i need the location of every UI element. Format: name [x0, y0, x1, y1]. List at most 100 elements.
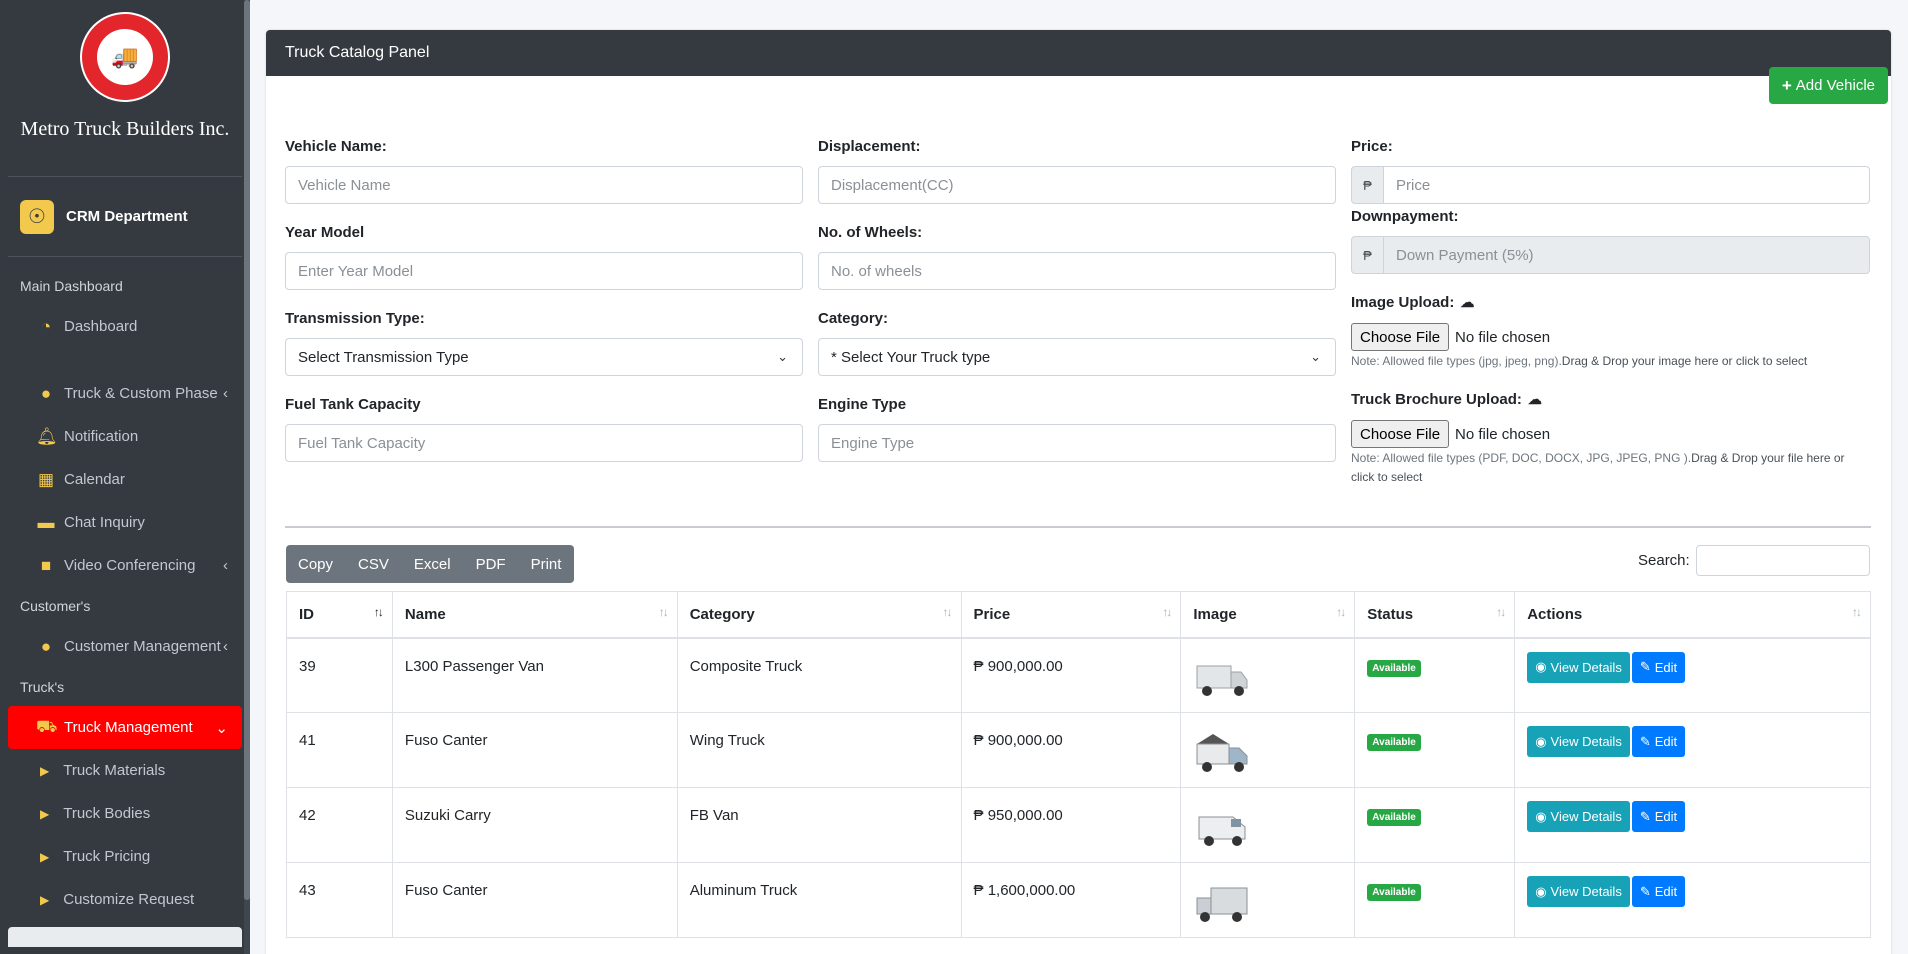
search-label: Search:: [1638, 552, 1690, 569]
status-badge: Available: [1367, 659, 1421, 677]
column-header-status[interactable]: Status ↑↓: [1354, 591, 1516, 639]
transmission-type-select[interactable]: Select Transmission Type ⌄: [285, 338, 803, 376]
cell-id: 39: [286, 637, 393, 713]
sidebar-item-notification[interactable]: 🔔︎ Notification: [8, 415, 242, 458]
sidebar-subitem-truck-materials[interactable]: ▶ Truck Materials: [8, 749, 242, 792]
displacement-input[interactable]: Displacement(CC): [818, 166, 1336, 204]
image-upload-label: Image Upload: ☁: [1351, 294, 1474, 311]
cell-price: ₱ 950,000.00: [960, 787, 1182, 863]
column-header-actions[interactable]: Actions ↑↓: [1514, 591, 1871, 639]
plus-icon: +: [1781, 75, 1792, 95]
sidebar-item-label: Truck & Custom Phase: [64, 385, 218, 402]
image-upload-note-text: Note: Allowed file types (jpg, jpeg, png…: [1351, 354, 1562, 368]
truck-thumbnail-image: [1196, 887, 1248, 922]
add-vehicle-button[interactable]: + Add Vehicle: [1768, 67, 1888, 104]
chevron-down-icon: ⌄: [1310, 349, 1321, 364]
sidebar-item-truck-custom-phase[interactable]: ● Truck & Custom Phase ‹: [8, 372, 242, 415]
copy-button[interactable]: Copy: [286, 545, 347, 583]
calendar-icon: ▦: [37, 469, 55, 489]
edit-button[interactable]: ✎ Edit: [1631, 651, 1686, 683]
year-model-input[interactable]: Enter Year Model: [285, 252, 803, 290]
sidebar-item-customer-management[interactable]: ● Customer Management ‹: [8, 625, 242, 668]
video-camera-icon: ■: [40, 555, 52, 575]
cell-image: [1180, 787, 1356, 863]
choose-image-file-button[interactable]: Choose File: [1351, 323, 1450, 351]
sort-ascending-icon: ↑↓: [373, 605, 384, 619]
engine-type-input[interactable]: Engine Type: [818, 424, 1336, 462]
table-row: 39 L300 Passenger Van Composite Truck ₱ …: [286, 637, 1871, 713]
column-header-image[interactable]: Image ↑↓: [1180, 591, 1356, 639]
bell-icon: 🔔︎: [36, 426, 58, 446]
vehicle-name-label: Vehicle Name:: [285, 138, 387, 155]
cell-category: Composite Truck: [676, 637, 962, 713]
table-row: 42 Suzuki Carry FB Van ₱ 950,000.00 Avai…: [286, 787, 1871, 863]
choose-brochure-file-button[interactable]: Choose File: [1351, 420, 1450, 448]
sort-icon: ↑↓: [1496, 605, 1506, 619]
brochure-file-status: No file chosen: [1455, 425, 1551, 443]
peso-currency-prefix: ₱: [1351, 166, 1384, 204]
transmission-type-label: Transmission Type:: [285, 310, 425, 327]
column-header-price[interactable]: Price ↑↓: [960, 591, 1182, 639]
cell-actions: ◉ View Details ✎ Edit: [1514, 787, 1871, 863]
view-details-button[interactable]: ◉ View Details: [1527, 876, 1630, 907]
column-header-label: Actions: [1527, 605, 1583, 623]
cell-price: ₱ 900,000.00: [960, 712, 1182, 788]
caret-right-icon: ▶: [40, 763, 50, 778]
view-details-button[interactable]: ◉ View Details: [1527, 801, 1630, 832]
nav-header-main-dashboard: Main Dashboard: [20, 278, 123, 294]
brochure-upload-label: Truck Brochure Upload: ☁: [1351, 391, 1542, 408]
edit-button[interactable]: ✎ Edit: [1631, 726, 1686, 757]
edit-label: Edit: [1654, 884, 1678, 899]
sidebar-item-video-conferencing[interactable]: ■ Video Conferencing ‹: [8, 544, 242, 587]
sidebar-subitem-truck-pricing[interactable]: ▶ Truck Pricing: [8, 835, 242, 878]
truck-thumbnail-image: [1198, 816, 1246, 846]
pdf-button[interactable]: PDF: [463, 545, 519, 583]
chevron-down-icon: ⌄: [777, 349, 788, 364]
sidebar-brand[interactable]: 🚚 Metro Truck Builders Inc.: [8, 12, 242, 177]
sidebar-subitem-truck-bodies[interactable]: ▶ Truck Bodies: [8, 792, 242, 835]
image-file-input[interactable]: Choose File No file chosen: [1351, 323, 1550, 351]
search-input[interactable]: [1696, 545, 1870, 576]
view-details-button[interactable]: ◉ View Details: [1527, 726, 1630, 757]
excel-button[interactable]: Excel: [401, 545, 464, 583]
price-label: Price:: [1351, 138, 1393, 155]
truck-thumbnail-image: [1196, 665, 1248, 696]
column-header-name[interactable]: Name ↑↓: [391, 591, 678, 639]
vehicle-name-input[interactable]: Vehicle Name: [285, 166, 803, 204]
edit-button[interactable]: ✎ Edit: [1631, 801, 1686, 832]
column-header-category[interactable]: Category ↑↓: [676, 591, 962, 639]
truck-thumbnail-image: [1196, 734, 1248, 772]
image-file-status: No file chosen: [1455, 328, 1551, 346]
sidebar-item-label: Calendar: [64, 471, 125, 488]
wheels-input[interactable]: No. of wheels: [818, 252, 1336, 290]
peso-currency-prefix: ₱: [1351, 236, 1384, 274]
column-header-id[interactable]: ID ↑↓: [286, 591, 393, 639]
eye-icon: ◉: [1535, 733, 1547, 749]
cell-status: Available: [1354, 712, 1516, 788]
add-vehicle-label: Add Vehicle: [1795, 77, 1875, 94]
brochure-file-input[interactable]: Choose File No file chosen: [1351, 420, 1550, 448]
sidebar-item-truck-management[interactable]: ⛟ Truck Management ⌄: [8, 706, 242, 749]
view-details-button[interactable]: ◉ View Details: [1527, 651, 1630, 683]
fuel-tank-input[interactable]: Fuel Tank Capacity: [285, 424, 803, 462]
sidebar-item-dashboard[interactable]: ◔ Dashboard: [8, 305, 242, 348]
sidebar-subitem-customize-request[interactable]: ▶ Customize Request: [8, 878, 242, 921]
sidebar-item-calendar[interactable]: ▦ Calendar: [8, 458, 242, 501]
category-select[interactable]: * Select Your Truck type ⌄: [818, 338, 1336, 376]
edit-icon: ✎: [1639, 883, 1651, 899]
csv-button[interactable]: CSV: [346, 545, 402, 583]
cell-status: Available: [1354, 862, 1516, 938]
category-label: Category:: [818, 310, 889, 327]
downpayment-input-group: ₱ Down Payment (5%): [1351, 236, 1870, 274]
column-header-label: Name: [404, 605, 446, 623]
price-input-group[interactable]: ₱ Price: [1351, 166, 1870, 204]
sidebar-item-chat-inquiry[interactable]: ▬ Chat Inquiry: [8, 501, 242, 544]
edit-button[interactable]: ✎ Edit: [1631, 876, 1686, 907]
sidebar-subitem-truck-catalog-cut[interactable]: [8, 927, 242, 947]
price-input[interactable]: Price: [1384, 166, 1870, 204]
caret-right-icon: ▶: [40, 849, 50, 864]
caret-right-icon: ▶: [40, 892, 50, 907]
sidebar-scrollbar[interactable]: [244, 0, 250, 954]
print-button[interactable]: Print: [518, 545, 575, 583]
department-panel[interactable]: ☉ CRM Department: [8, 177, 242, 257]
